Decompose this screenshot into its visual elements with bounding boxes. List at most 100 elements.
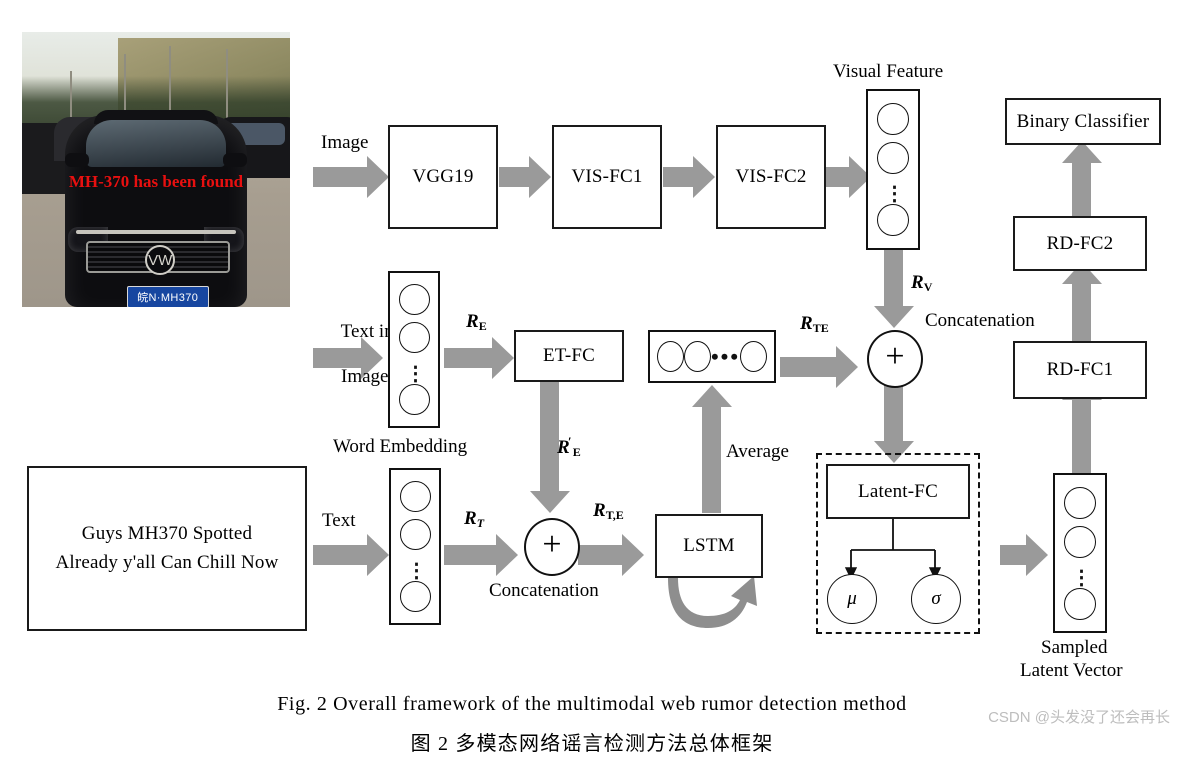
arrow-rte-to-concat <box>780 346 858 388</box>
input-text-in-image-label: Text in Image Text in Image <box>322 276 394 410</box>
photo-chrome-strip <box>75 230 237 234</box>
block-et-fc[interactable]: ET-FC <box>514 330 624 382</box>
symbol-R-T-E: RT,E <box>593 500 624 522</box>
arrow-lstm-recurrent-loop <box>668 576 757 628</box>
vector-node <box>1064 486 1096 519</box>
vector-ellipsis: ⋮ <box>404 557 427 582</box>
concatenation-operator-top: + <box>867 330 923 388</box>
block-latent-fc[interactable]: Latent-FC <box>826 464 970 519</box>
block-vis-fc1[interactable]: VIS-FC1 <box>552 125 662 229</box>
vector-node <box>1064 587 1096 620</box>
vector-node <box>877 141 909 174</box>
symbol-R-TE-sub: TE <box>812 321 829 335</box>
input-text-label: Text <box>322 510 356 531</box>
vector-node <box>398 283 430 315</box>
symbol-R-E: RE <box>466 311 487 333</box>
arrow-concat-to-lstm <box>578 534 644 576</box>
arrow-rdfc1-to-rdfc2 <box>1062 262 1102 341</box>
symbol-R-TE: RTE <box>800 313 829 335</box>
symbol-R-T-sub: T <box>476 516 485 530</box>
latent-mu-node: μ <box>827 574 877 624</box>
sampled-latent-vector-label-line2: Latent Vector <box>1020 660 1123 681</box>
post-text-box: Guys MH370 Spotted Already y'all Can Chi… <box>27 466 307 631</box>
arrow-latent-to-sampled <box>1000 534 1048 576</box>
concatenation-label-top: Concatenation <box>925 310 1035 331</box>
text-in-image-line2-visible: Image <box>341 365 389 387</box>
text-embedding-vector: ⋮ <box>389 468 441 625</box>
block-et-fc-label: ET-FC <box>542 345 596 366</box>
latent-sigma-node: σ <box>911 574 961 624</box>
post-text-line1: Guys MH370 Spotted <box>81 523 253 544</box>
latent-sigma-label: σ <box>931 588 941 609</box>
block-lstm-label: LSTM <box>683 535 735 556</box>
sampled-latent-vector-label-line1: Sampled <box>1041 637 1108 658</box>
average-label: Average <box>726 441 789 462</box>
block-rd-fc2-label: RD-FC2 <box>1046 232 1114 254</box>
symbol-R-E-base: R <box>466 311 479 332</box>
post-text-line2: Already y'all Can Chill Now <box>55 551 279 573</box>
block-vis-fc2-label: VIS-FC2 <box>735 166 807 187</box>
block-binary-classifier-label: Binary Classifier <box>1016 110 1150 132</box>
word-embedding-vector: ⋮ <box>388 271 440 428</box>
symbol-R-E-prime: R ′ E <box>557 434 581 459</box>
photo-mirror-left <box>64 153 89 167</box>
figure-canvas: VW 皖N·MH370 MH-370 has been found VGG19 … <box>0 0 1184 760</box>
symbol-R-E-prime-sub: E <box>572 445 581 459</box>
sample-image-photo: VW 皖N·MH370 MH-370 has been found <box>22 32 290 307</box>
block-vis-fc1-label: VIS-FC1 <box>571 166 643 187</box>
block-vis-fc2[interactable]: VIS-FC2 <box>716 125 826 229</box>
text-in-image-line1-visible: Text in <box>340 320 394 342</box>
vector-node <box>877 102 909 135</box>
arrow-visfc1-to-visfc2 <box>663 156 715 198</box>
vector-node <box>399 480 431 512</box>
concatenation-operator-bottom: + <box>524 518 580 576</box>
block-vgg19[interactable]: VGG19 <box>388 125 498 229</box>
concatenation-label-bottom: Concatenation <box>489 580 599 601</box>
symbol-R-TE-base: R <box>800 313 813 334</box>
block-latent-fc-label: Latent-FC <box>858 480 938 502</box>
vector-node <box>683 341 711 372</box>
input-image-label: Image <box>321 132 369 153</box>
vector-ellipsis: ⋮ <box>403 360 426 385</box>
arrow-text-to-embedding <box>313 534 389 576</box>
block-vgg19-label: VGG19 <box>412 166 474 187</box>
vector-node <box>399 519 431 551</box>
sampled-latent-vector: ⋮ <box>1053 473 1107 633</box>
arrow-visual-feature-to-concat <box>874 250 914 328</box>
sequence-ellipsis: ••• <box>710 343 741 369</box>
arrow-concat-to-latentfc <box>874 381 914 463</box>
symbol-R-E-prime-mark: ′ <box>567 434 572 449</box>
vector-ellipsis: ⋮ <box>1069 564 1092 589</box>
symbol-R-T-E-base: R <box>593 500 606 521</box>
photo-pole-4 <box>225 48 228 120</box>
symbol-R-V-base: R <box>911 272 924 293</box>
photo-overlay-text: MH-370 has been found <box>68 172 244 192</box>
vector-node <box>877 204 909 237</box>
block-rd-fc2[interactable]: RD-FC2 <box>1013 216 1147 271</box>
text-embedding-sequence: ••• <box>648 330 776 383</box>
arrow-rdfc2-to-classifier <box>1062 141 1102 216</box>
vector-node <box>1064 525 1096 558</box>
arrow-vgg19-to-visfc1 <box>499 156 551 198</box>
symbol-R-T-E-sub: T,E <box>605 508 624 522</box>
vector-node <box>399 581 431 613</box>
visual-feature-vector: ⋮ <box>866 89 920 250</box>
vector-node <box>657 341 684 372</box>
block-rd-fc1[interactable]: RD-FC1 <box>1013 341 1147 399</box>
vector-ellipsis: ⋮ <box>882 181 905 206</box>
arrow-embedding-to-etfc <box>444 337 514 379</box>
arrow-embedding-to-concat-bottom <box>444 534 518 576</box>
symbol-R-E-sub: E <box>478 319 487 333</box>
latent-mu-label: μ <box>847 588 857 609</box>
symbol-R-V: RV <box>911 272 932 294</box>
photo-windshield <box>86 120 226 167</box>
vector-node <box>398 384 430 416</box>
block-binary-classifier[interactable]: Binary Classifier <box>1005 98 1161 145</box>
block-lstm[interactable]: LSTM <box>655 514 763 578</box>
vector-node <box>740 341 768 372</box>
symbol-R-V-sub: V <box>923 280 933 294</box>
figure-caption-zh: 图 2 多模态网络谣言检测方法总体框架 <box>410 733 774 755</box>
symbol-R-T: RT <box>464 508 484 530</box>
visual-feature-label: Visual Feature <box>833 61 944 82</box>
vector-node <box>398 322 430 354</box>
